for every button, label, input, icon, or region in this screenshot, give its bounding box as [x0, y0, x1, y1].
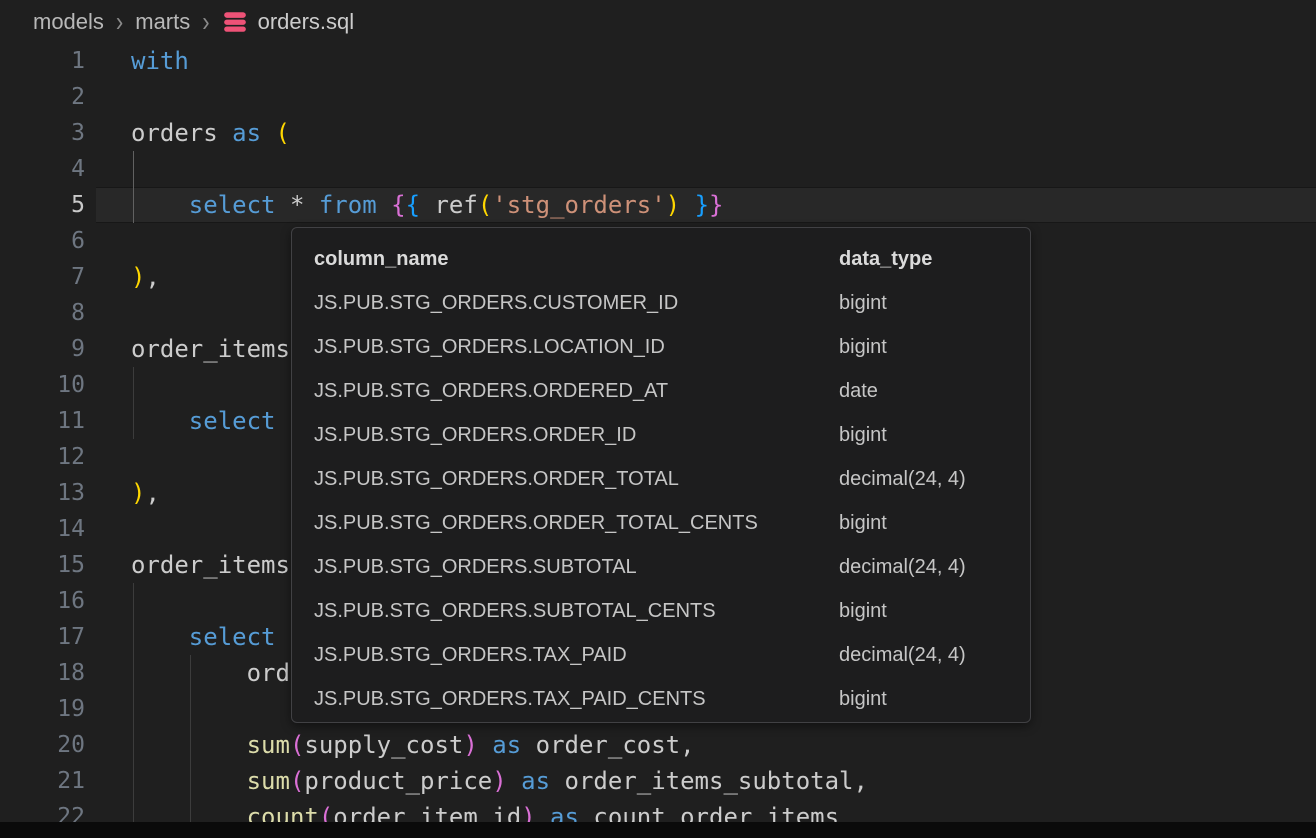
chevron-right-icon: › [202, 5, 209, 38]
line-number: 18 [0, 660, 85, 686]
line-number: 13 [0, 480, 85, 506]
chevron-right-icon: › [116, 5, 123, 38]
window-edge [0, 822, 1316, 838]
schema-tooltip: column_name data_type JS.PUB.STG_ORDERS.… [291, 227, 1031, 723]
column-name-header: column_name [314, 248, 839, 271]
schema-row: JS.PUB.STG_ORDERS.ORDERED_ATdate [314, 369, 1030, 413]
schema-row: JS.PUB.STG_ORDERS.CUSTOMER_IDbigint [314, 281, 1030, 325]
line-number: 20 [0, 732, 85, 758]
schema-row: JS.PUB.STG_ORDERS.ORDER_TOTAL_CENTSbigin… [314, 501, 1030, 545]
code-text: orders as ( [131, 119, 290, 147]
schema-row: JS.PUB.STG_ORDERS.ORDER_TOTALdecimal(24,… [314, 457, 1030, 501]
code-text: select [131, 407, 276, 435]
code-text: select * from {{ ref('stg_orders') }} [131, 191, 723, 219]
code-text: order_items [131, 335, 290, 363]
schema-row: JS.PUB.STG_ORDERS.SUBTOTALdecimal(24, 4) [314, 545, 1030, 589]
breadcrumb-item-marts[interactable]: marts [135, 9, 190, 35]
code-line-1[interactable]: 1 with [0, 43, 1316, 79]
line-number: 16 [0, 588, 85, 614]
line-number: 15 [0, 552, 85, 578]
code-text: order_items [131, 551, 290, 579]
code-line-20[interactable]: 20 sum(supply_cost) as order_cost, [0, 727, 1316, 763]
code-text: sum(supply_cost) as order_cost, [131, 731, 695, 759]
code-line-22[interactable]: 22 count(order_item_id) as count_order_i… [0, 799, 1316, 822]
schema-header-row: column_name data_type [314, 237, 1030, 281]
line-number: 7 [0, 264, 85, 290]
breadcrumb-file-name[interactable]: orders.sql [258, 9, 355, 35]
data-type-header: data_type [839, 248, 932, 271]
code-editor[interactable]: models › marts › orders.sql 1 with 2 3 order… [0, 0, 1316, 822]
code-line-5[interactable]: 5 select * from {{ ref('stg_orders') }} [0, 187, 1316, 223]
database-icon [222, 9, 248, 35]
code-line-4[interactable]: 4 [0, 151, 1316, 187]
breadcrumb-item-models[interactable]: models [33, 9, 104, 35]
code-line-3[interactable]: 3 orders as ( [0, 115, 1316, 151]
breadcrumb: models › marts › orders.sql [0, 0, 1316, 43]
schema-row: JS.PUB.STG_ORDERS.TAX_PAIDdecimal(24, 4) [314, 633, 1030, 677]
line-number: 6 [0, 228, 85, 254]
line-number: 12 [0, 444, 85, 470]
line-number: 22 [0, 804, 85, 822]
line-number: 2 [0, 84, 85, 110]
line-number: 10 [0, 372, 85, 398]
code-text: select [131, 623, 276, 651]
code-text: ), [131, 263, 160, 291]
code-line-2[interactable]: 2 [0, 79, 1316, 115]
schema-row: JS.PUB.STG_ORDERS.ORDER_IDbigint [314, 413, 1030, 457]
line-number: 9 [0, 336, 85, 362]
code-text: ord [131, 659, 290, 687]
code-text: ), [131, 479, 160, 507]
line-number: 17 [0, 624, 85, 650]
line-number: 8 [0, 300, 85, 326]
schema-row: JS.PUB.STG_ORDERS.TAX_PAID_CENTSbigint [314, 677, 1030, 721]
code-line-21[interactable]: 21 sum(product_price) as order_items_sub… [0, 763, 1316, 799]
line-number: 5 [0, 192, 85, 218]
code-text: sum(product_price) as order_items_subtot… [131, 767, 868, 795]
schema-row: JS.PUB.STG_ORDERS.LOCATION_IDbigint [314, 325, 1030, 369]
line-number: 19 [0, 696, 85, 722]
line-number: 11 [0, 408, 85, 434]
code-text: with [131, 47, 189, 75]
line-number: 4 [0, 156, 85, 182]
schema-row: JS.PUB.STG_ORDERS.SUBTOTAL_CENTSbigint [314, 589, 1030, 633]
code-text: count(order_item_id) as count_order_item… [131, 803, 839, 822]
line-number: 3 [0, 120, 85, 146]
line-number: 21 [0, 768, 85, 794]
schema-rows: JS.PUB.STG_ORDERS.CUSTOMER_IDbigintJS.PU… [314, 281, 1030, 721]
line-number: 1 [0, 48, 85, 74]
line-number: 14 [0, 516, 85, 542]
